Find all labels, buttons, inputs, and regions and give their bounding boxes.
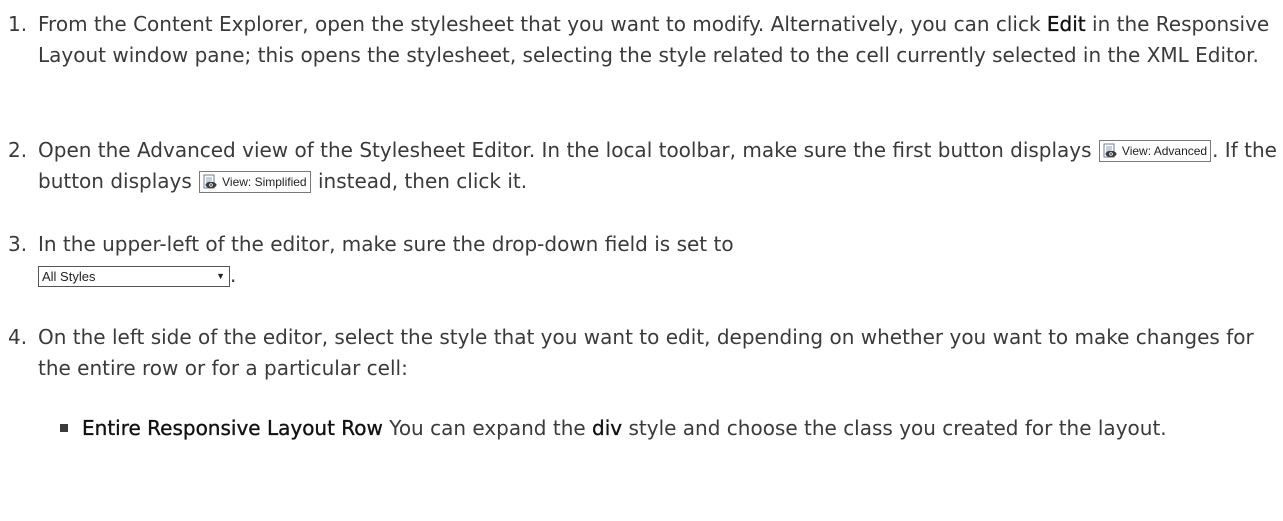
step-number: 2. [8,138,28,162]
step-text-part: . [230,263,237,287]
step-text-part: From the Content Explorer, open the styl… [38,12,1047,36]
step-text: On the left side of the editor, select t… [38,325,1254,380]
step-text: From the Content Explorer, open the styl… [38,9,1278,71]
step-text-part: instead, then click it. [311,169,528,193]
eye-stylesheet-icon [1102,143,1118,159]
button-label: View: Advanced [1121,144,1208,158]
div-term: div [592,416,623,440]
bullet-square [60,424,68,432]
step-number: 4. [8,325,28,349]
document-page: 1. From the Content Explorer, open the s… [0,0,1283,521]
step-number: 3. [8,232,28,256]
style-options-list: Entire Responsive Layout Row You can exp… [60,413,1280,444]
step-number: 1. [8,12,28,36]
row-term: Entire Responsive Layout Row [82,416,383,440]
step-text-part: Open the Advanced view of the Stylesheet… [38,138,1098,162]
list-item: Entire Responsive Layout Row You can exp… [60,413,1280,444]
view-advanced-button-image: View: Advanced [1098,140,1212,162]
chevron-down-icon: ▼ [216,271,225,281]
button-label: View: Simplified [222,175,307,189]
step-text: Open the Advanced view of the Stylesheet… [38,135,1278,197]
eye-stylesheet-icon [202,174,218,190]
bullet-text-part: style and choose the class you created f… [622,416,1167,440]
edit-term: Edit [1046,12,1086,36]
all-styles-dropdown-image: All Styles ▼ [38,266,230,287]
step-text: In the upper-left of the editor, make su… [38,229,1278,291]
view-simplified-button-image: View: Simplified [199,171,311,193]
step-text-part: In the upper-left of the editor, make su… [38,232,734,256]
bullet-text-part: You can expand the [382,416,593,440]
dropdown-value: All Styles [42,269,96,284]
